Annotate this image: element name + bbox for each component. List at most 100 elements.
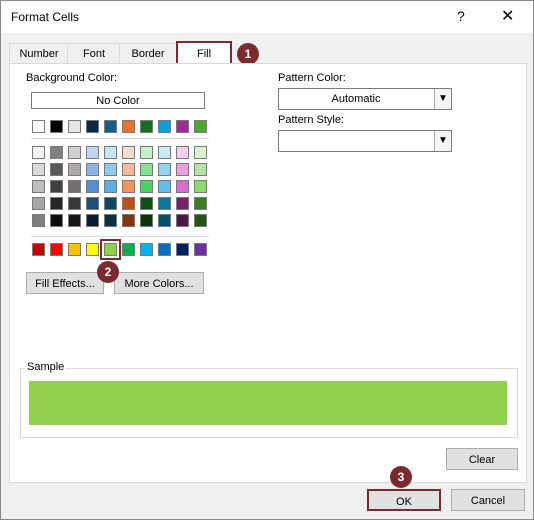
color-swatch[interactable]: [140, 120, 153, 133]
color-swatch[interactable]: [176, 146, 189, 159]
color-swatch[interactable]: [122, 163, 135, 176]
standard-color-swatch[interactable]: [68, 243, 81, 256]
chevron-down-icon[interactable]: ▼: [434, 89, 451, 109]
color-swatch[interactable]: [158, 163, 171, 176]
color-swatch[interactable]: [32, 197, 45, 210]
color-swatch[interactable]: [176, 197, 189, 210]
color-swatch[interactable]: [86, 197, 99, 210]
background-color-label: Background Color:: [26, 72, 118, 84]
pattern-color-dropdown[interactable]: Automatic ▼: [278, 88, 452, 110]
color-swatch[interactable]: [32, 180, 45, 193]
step-marker-2: 2: [97, 261, 119, 283]
color-swatch[interactable]: [68, 163, 81, 176]
help-button[interactable]: ?: [457, 8, 465, 24]
ok-button[interactable]: OK: [367, 489, 441, 511]
sample-group: Sample: [20, 361, 518, 438]
color-swatch[interactable]: [158, 120, 171, 133]
cancel-button[interactable]: Cancel: [451, 489, 525, 511]
color-swatch[interactable]: [194, 163, 207, 176]
standard-color-swatch[interactable]: [140, 243, 153, 256]
color-swatch[interactable]: [176, 163, 189, 176]
step-marker-1: 1: [237, 43, 259, 65]
title-bar: Format Cells ? ✕: [1, 1, 533, 33]
color-swatch[interactable]: [50, 197, 63, 210]
color-swatch[interactable]: [86, 180, 99, 193]
color-swatch[interactable]: [104, 180, 117, 193]
standard-color-swatch[interactable]: [158, 243, 171, 256]
standard-color-swatch[interactable]: [176, 243, 189, 256]
color-swatch[interactable]: [68, 146, 81, 159]
color-swatch[interactable]: [194, 146, 207, 159]
standard-color-swatch[interactable]: [50, 243, 63, 256]
color-swatch[interactable]: [32, 146, 45, 159]
standard-color-swatch[interactable]: [100, 239, 121, 260]
pattern-color-label: Pattern Color:: [278, 72, 346, 84]
color-swatch[interactable]: [50, 120, 63, 133]
color-swatch[interactable]: [86, 120, 99, 133]
color-swatch[interactable]: [68, 214, 81, 227]
color-swatch[interactable]: [176, 180, 189, 193]
color-swatch[interactable]: [176, 214, 189, 227]
standard-color-swatch[interactable]: [122, 243, 135, 256]
color-swatch[interactable]: [104, 120, 117, 133]
sample-label: Sample: [25, 361, 67, 373]
color-swatch[interactable]: [176, 120, 189, 133]
color-swatch[interactable]: [68, 120, 81, 133]
pattern-style-dropdown[interactable]: ▼: [278, 130, 452, 152]
color-swatch[interactable]: [104, 197, 117, 210]
pattern-style-label: Pattern Style:: [278, 114, 345, 126]
color-swatch[interactable]: [140, 180, 153, 193]
color-swatch[interactable]: [122, 180, 135, 193]
color-swatch[interactable]: [104, 146, 117, 159]
color-swatch[interactable]: [194, 180, 207, 193]
palette-divider: [31, 236, 209, 237]
dialog-title: Format Cells: [11, 10, 80, 24]
color-swatch[interactable]: [50, 146, 63, 159]
color-swatch[interactable]: [68, 197, 81, 210]
tab-font[interactable]: Font: [67, 43, 121, 64]
more-colors-button[interactable]: More Colors...: [114, 272, 204, 294]
color-swatch[interactable]: [122, 146, 135, 159]
chevron-down-icon[interactable]: ▼: [434, 131, 451, 151]
color-swatch[interactable]: [122, 214, 135, 227]
color-swatch[interactable]: [32, 120, 45, 133]
color-swatch[interactable]: [50, 163, 63, 176]
fill-effects-button[interactable]: Fill Effects...: [26, 272, 104, 294]
color-swatch[interactable]: [194, 197, 207, 210]
close-icon[interactable]: ✕: [501, 6, 514, 26]
color-swatch[interactable]: [158, 214, 171, 227]
color-swatch[interactable]: [158, 146, 171, 159]
color-swatch[interactable]: [194, 120, 207, 133]
color-swatch[interactable]: [50, 180, 63, 193]
tab-border[interactable]: Border: [119, 43, 177, 64]
color-swatch[interactable]: [104, 163, 117, 176]
color-swatch[interactable]: [32, 163, 45, 176]
color-swatch[interactable]: [32, 214, 45, 227]
color-swatch[interactable]: [68, 180, 81, 193]
palette-divider: [31, 138, 209, 139]
color-swatch[interactable]: [140, 163, 153, 176]
color-swatch[interactable]: [122, 197, 135, 210]
standard-color-swatch[interactable]: [32, 243, 45, 256]
color-swatch[interactable]: [86, 146, 99, 159]
sample-preview: [29, 381, 507, 425]
color-swatch[interactable]: [86, 163, 99, 176]
fill-panel: Background Color: No Color Fill Effects.…: [9, 63, 527, 483]
color-swatch[interactable]: [122, 120, 135, 133]
color-swatch[interactable]: [140, 214, 153, 227]
format-cells-dialog: Format Cells ? ✕ Number Font Border Fill…: [0, 0, 534, 520]
tab-number[interactable]: Number: [9, 43, 69, 64]
step-marker-3: 3: [390, 466, 412, 488]
no-color-button[interactable]: No Color: [31, 92, 205, 109]
color-swatch[interactable]: [140, 146, 153, 159]
color-swatch[interactable]: [140, 197, 153, 210]
clear-button[interactable]: Clear: [446, 448, 518, 470]
color-swatch[interactable]: [194, 214, 207, 227]
color-swatch[interactable]: [104, 214, 117, 227]
color-swatch[interactable]: [158, 197, 171, 210]
standard-color-swatch[interactable]: [86, 243, 99, 256]
color-swatch[interactable]: [158, 180, 171, 193]
color-swatch[interactable]: [50, 214, 63, 227]
standard-color-swatch[interactable]: [194, 243, 207, 256]
color-swatch[interactable]: [86, 214, 99, 227]
